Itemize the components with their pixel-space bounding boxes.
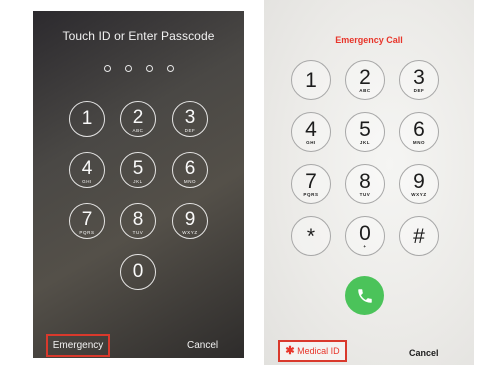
dialpad-key-0[interactable]: 0 + [345, 216, 385, 256]
cancel-button[interactable]: Cancel [187, 340, 218, 351]
passcode-dots [33, 59, 244, 77]
dialpad-key-2[interactable]: 2 ABC [345, 60, 385, 100]
keypad-key-5[interactable]: 5 JKL [120, 152, 156, 188]
passcode-dot [145, 65, 153, 72]
emergency-button[interactable]: Emergency [46, 334, 110, 357]
keypad-key-6[interactable]: 6 MNO [172, 152, 208, 188]
asterisk-icon: ✱ [285, 345, 295, 357]
dialpad-key-star[interactable]: * [291, 216, 331, 256]
dialpad-key-8[interactable]: 8 TUV [345, 164, 385, 204]
keypad-key-3[interactable]: 3 DEF [172, 101, 208, 137]
phone-icon [357, 288, 372, 303]
medical-id-button[interactable]: ✱ Medical ID [278, 340, 347, 362]
passcode-dot [124, 65, 132, 72]
dialpad-key-9[interactable]: 9 WXYZ [399, 164, 439, 204]
keypad-key-8[interactable]: 8 TUV [120, 203, 156, 239]
keypad-key-9[interactable]: 9 WXYZ [172, 203, 208, 239]
dialpad-key-4[interactable]: 4 GHI [291, 112, 331, 152]
call-button[interactable] [345, 276, 384, 315]
keypad-key-2[interactable]: 2 ABC [120, 101, 156, 137]
lock-screen-title: Touch ID or Enter Passcode [62, 29, 215, 43]
dialpad-key-5[interactable]: 5 JKL [345, 112, 385, 152]
emergency-call-title: Emergency Call [335, 35, 403, 45]
keypad-key-7[interactable]: 7 PQRS [69, 203, 105, 239]
dialpad-key-1[interactable]: 1 [291, 60, 331, 100]
dialpad-key-hash[interactable]: # [399, 216, 439, 256]
lock-screen: Touch ID or Enter Passcode 1 2 ABC 3 DEF 4… [33, 11, 244, 358]
passcode-dot [166, 65, 174, 72]
emergency-call-screen: Emergency Call 1 2 ABC 3 DEF 4 GHI 5 JKL 6 MN… [264, 0, 474, 365]
passcode-dot [103, 65, 111, 72]
keypad-key-4[interactable]: 4 GHI [69, 152, 105, 188]
keypad-key-1[interactable]: 1 [69, 101, 105, 137]
medical-id-label: Medical ID [297, 346, 340, 356]
dialpad-key-3[interactable]: 3 DEF [399, 60, 439, 100]
dialpad-key-7[interactable]: 7 PQRS [291, 164, 331, 204]
cancel-button[interactable]: Cancel [409, 348, 439, 358]
keypad-key-0[interactable]: 0 [120, 254, 156, 290]
dialpad-key-6[interactable]: 6 MNO [399, 112, 439, 152]
